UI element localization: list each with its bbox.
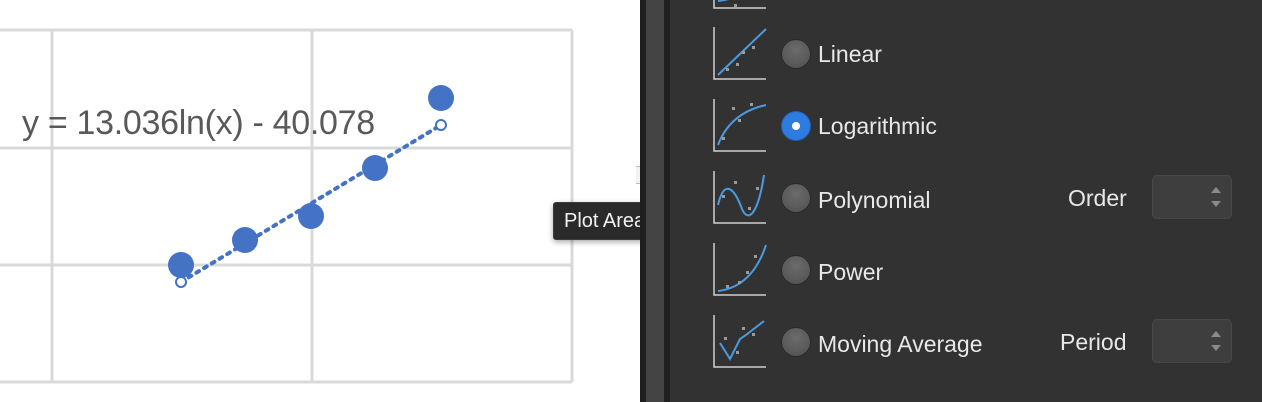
format-trendline-panel: Linear Logarithmic Polynomial Order Powe…	[670, 0, 1262, 402]
stepper-up-icon[interactable]	[1211, 187, 1221, 193]
stepper-down-icon[interactable]	[1211, 201, 1221, 207]
logarithmic-radio[interactable]	[781, 111, 811, 141]
polynomial-trendline-icon	[713, 171, 766, 224]
trendline-option-power[interactable]: Power	[670, 241, 1262, 299]
pane-divider[interactable]	[640, 0, 670, 402]
logarithmic-trendline-icon	[713, 99, 767, 152]
trendline-equation-label[interactable]: y = 13.036ln(x) - 40.078	[22, 104, 375, 143]
linear-radio[interactable]	[781, 39, 811, 69]
power-trendline-icon	[713, 243, 767, 296]
chart-plot-area[interactable]: y = 13.036ln(x) - 40.078 Plot Area	[0, 0, 657, 402]
linear-trendline-icon	[713, 27, 767, 80]
data-point[interactable]	[232, 227, 258, 253]
stepper-down-icon[interactable]	[1211, 345, 1221, 351]
trendline-option-linear[interactable]: Linear	[670, 25, 1262, 83]
period-stepper[interactable]	[1152, 319, 1232, 363]
data-point[interactable]	[428, 85, 454, 111]
trendline-handle-end[interactable]	[435, 119, 447, 131]
data-point[interactable]	[362, 155, 388, 181]
stepper-arrows[interactable]	[1211, 181, 1225, 213]
trendline-option-logarithmic[interactable]: Logarithmic	[670, 97, 1262, 155]
stepper-arrows[interactable]	[1211, 325, 1225, 357]
pane-divider-track	[646, 0, 664, 402]
trendline-option-polynomial[interactable]: Polynomial Order	[670, 169, 1262, 227]
moving-average-label: Moving Average	[818, 331, 983, 357]
polynomial-radio[interactable]	[781, 183, 811, 213]
logarithmic-label: Logarithmic	[818, 113, 937, 139]
stepper-up-icon[interactable]	[1211, 331, 1221, 337]
period-label: Period	[1060, 329, 1127, 355]
order-label: Order	[1068, 185, 1127, 211]
data-point[interactable]	[168, 252, 194, 278]
exponential-trendline-icon	[712, 0, 768, 10]
data-point[interactable]	[298, 203, 324, 229]
power-label: Power	[818, 259, 884, 285]
polynomial-label: Polynomial	[818, 187, 931, 213]
moving-average-radio[interactable]	[781, 327, 811, 357]
linear-label: Linear	[818, 41, 882, 67]
trendline-option-moving-average[interactable]: Moving Average Period	[670, 313, 1262, 371]
trendline-handle-start[interactable]	[175, 276, 187, 288]
order-stepper[interactable]	[1152, 175, 1232, 219]
moving-average-trendline-icon	[713, 315, 766, 368]
power-radio[interactable]	[781, 255, 811, 285]
chart-canvas	[0, 28, 574, 384]
